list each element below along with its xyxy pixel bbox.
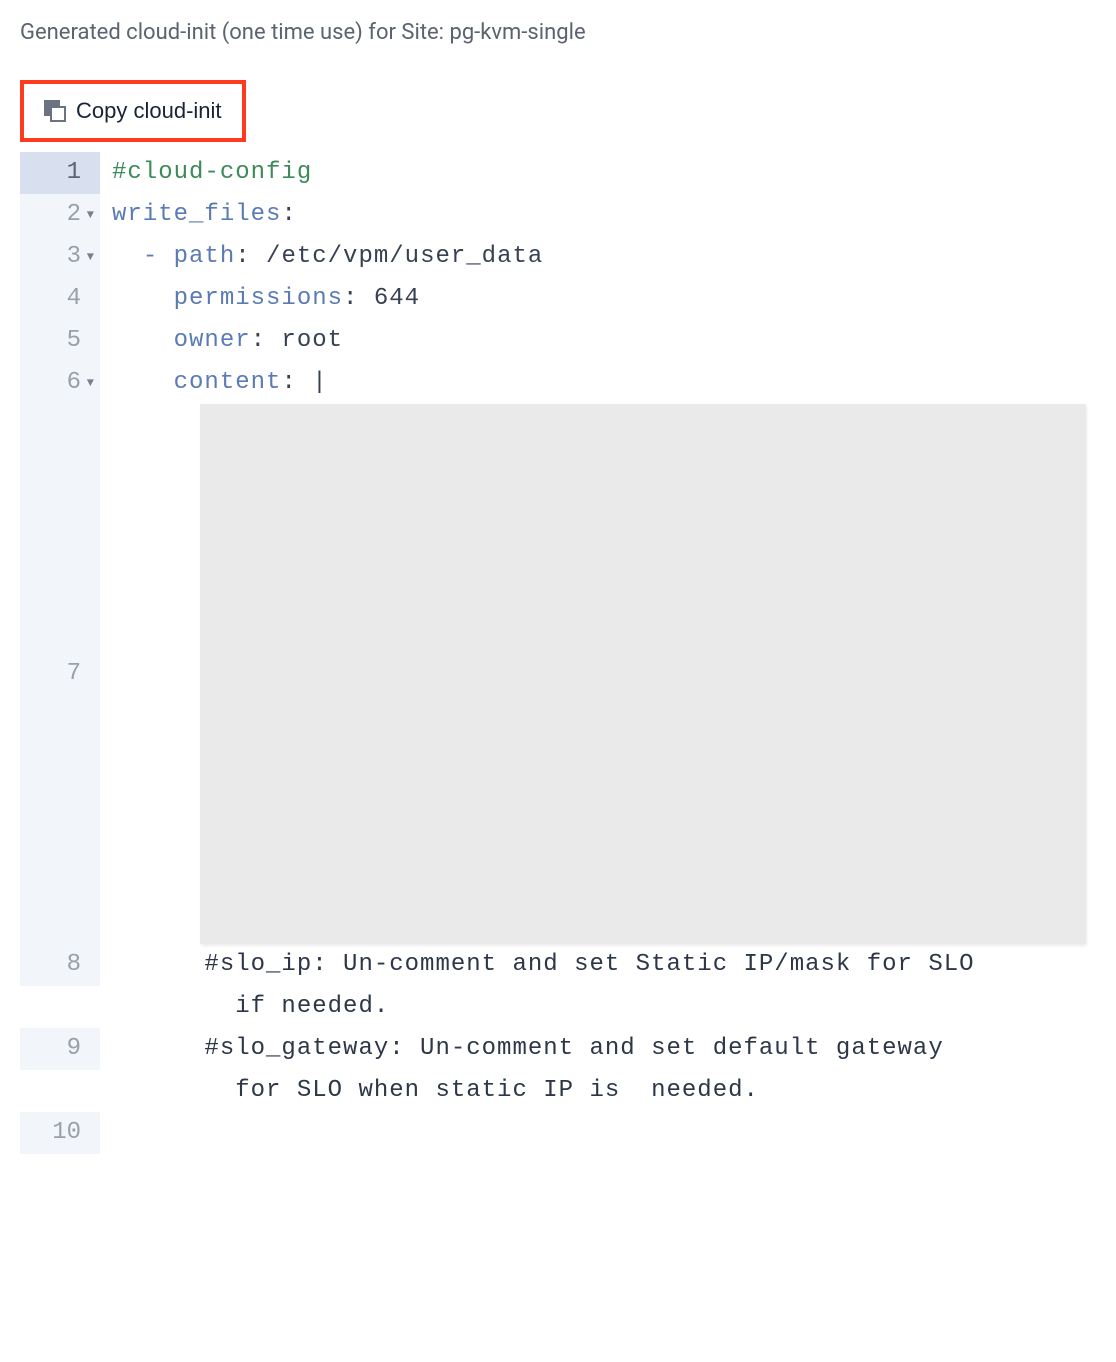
page-title: Generated cloud-init (one time use) for … <box>20 20 1096 45</box>
copy-button-label: Copy cloud-init <box>76 98 222 124</box>
editor-line[interactable]: 10 <box>20 1112 1096 1154</box>
fold-chevron-icon[interactable]: ▼ <box>84 373 94 394</box>
copy-cloud-init-button[interactable]: Copy cloud-init <box>20 80 246 142</box>
code-content: permissions: 644 <box>100 278 1096 320</box>
line-number: 2▼ <box>20 194 100 236</box>
code-content: write_files: <box>100 194 1096 236</box>
fold-chevron-icon[interactable]: ▼ <box>84 247 94 268</box>
line-number: 6▼ <box>20 362 100 404</box>
editor-line[interactable]: 6▼ content: | <box>20 362 1096 404</box>
line-number: 3▼ <box>20 236 100 278</box>
editor-line[interactable]: 8 #slo_ip: Un-comment and set Static IP/… <box>20 944 1096 1028</box>
copy-icon <box>44 100 66 122</box>
code-content: content: | <box>100 362 1096 404</box>
redacted-content-block <box>200 404 1086 944</box>
code-content: - path: /etc/vpm/user_data <box>100 236 1096 278</box>
editor-line[interactable]: 4 permissions: 644 <box>20 278 1096 320</box>
editor-line[interactable]: 1#cloud-config <box>20 152 1096 194</box>
code-content: #slo_ip: Un-comment and set Static IP/ma… <box>100 944 1096 1028</box>
line-number: 9 <box>20 1028 100 1070</box>
line-number: 1 <box>20 152 100 194</box>
code-content: owner: root <box>100 320 1096 362</box>
line-number: 8 <box>20 944 100 986</box>
editor-line[interactable]: 7 <box>20 404 1096 944</box>
editor-line[interactable]: 5 owner: root <box>20 320 1096 362</box>
editor-line[interactable]: 3▼ - path: /etc/vpm/user_data <box>20 236 1096 278</box>
editor-line[interactable]: 9 #slo_gateway: Un-comment and set defau… <box>20 1028 1096 1112</box>
code-content: #cloud-config <box>100 152 1096 194</box>
line-number: 5 <box>20 320 100 362</box>
fold-chevron-icon[interactable]: ▼ <box>84 205 94 226</box>
code-content: #slo_gateway: Un-comment and set default… <box>100 1028 1096 1112</box>
line-number: 7 <box>20 404 100 944</box>
line-number: 4 <box>20 278 100 320</box>
line-number: 10 <box>20 1112 100 1154</box>
editor-line[interactable]: 2▼write_files: <box>20 194 1096 236</box>
code-editor[interactable]: 1#cloud-config2▼write_files:3▼ - path: /… <box>20 152 1096 1154</box>
